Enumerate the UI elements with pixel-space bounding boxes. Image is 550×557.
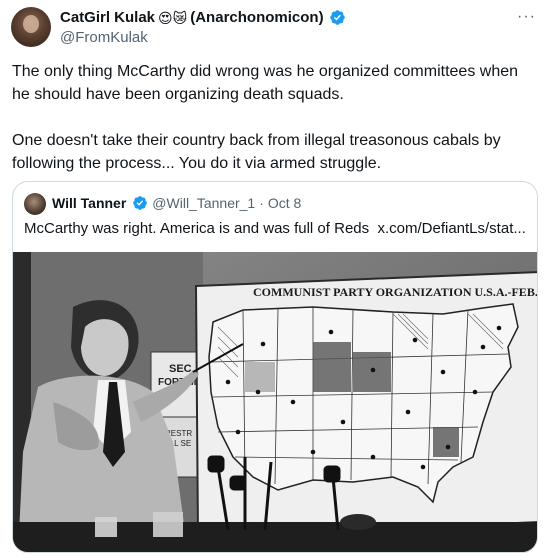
quoted-separator: · xyxy=(259,195,264,211)
historical-photo-image: SEC FORT MO RESTR FULL SE COMMUNIST PART… xyxy=(13,252,538,552)
author-name-suffix[interactable]: (Anarchonomicon) xyxy=(190,9,323,26)
more-options-icon[interactable]: ··· xyxy=(517,8,536,26)
quoted-display-name: Will Tanner xyxy=(52,195,127,211)
author-avatar[interactable] xyxy=(11,7,51,47)
quoted-author-avatar xyxy=(24,193,46,215)
author-handle[interactable]: @FromKulak xyxy=(60,29,148,46)
map-title: COMMUNIST PARTY ORGANIZATION U.S.A.-FEB.… xyxy=(253,285,538,299)
quoted-handle: @Will_Tanner_1 xyxy=(152,195,256,211)
quoted-photo[interactable]: SEC FORT MO RESTR FULL SE COMMUNIST PART… xyxy=(13,252,538,552)
verified-badge-icon xyxy=(133,196,148,210)
quoted-date: Oct 8 xyxy=(267,195,302,211)
quoted-body: McCarthy was right. America is and was f… xyxy=(24,220,370,237)
quoted-link[interactable]: x.com/DefiantLs/stat... xyxy=(377,220,525,237)
quoted-text: McCarthy was right. America is and was f… xyxy=(24,220,526,237)
quoted-tweet[interactable]: Will Tanner @Will_Tanner_1 · Oct 8 McCar… xyxy=(12,181,538,553)
quoted-header: Will Tanner @Will_Tanner_1 · Oct 8 xyxy=(52,195,301,211)
tweet-paragraph-1: The only thing McCarthy did wrong was he… xyxy=(12,63,519,103)
sign-left-1: SEC xyxy=(169,363,192,375)
author-emojis: 😍😿 xyxy=(158,9,188,26)
author-name-row[interactable]: CatGirl Kulak 😍😿 (Anarchonomicon) xyxy=(60,9,346,26)
author-display-name[interactable]: CatGirl Kulak xyxy=(60,9,155,26)
tweet-paragraph-2: One doesn't take their country back from… xyxy=(12,132,501,172)
tweet-text: The only thing McCarthy did wrong was he… xyxy=(12,60,537,175)
verified-badge-icon xyxy=(329,10,345,25)
